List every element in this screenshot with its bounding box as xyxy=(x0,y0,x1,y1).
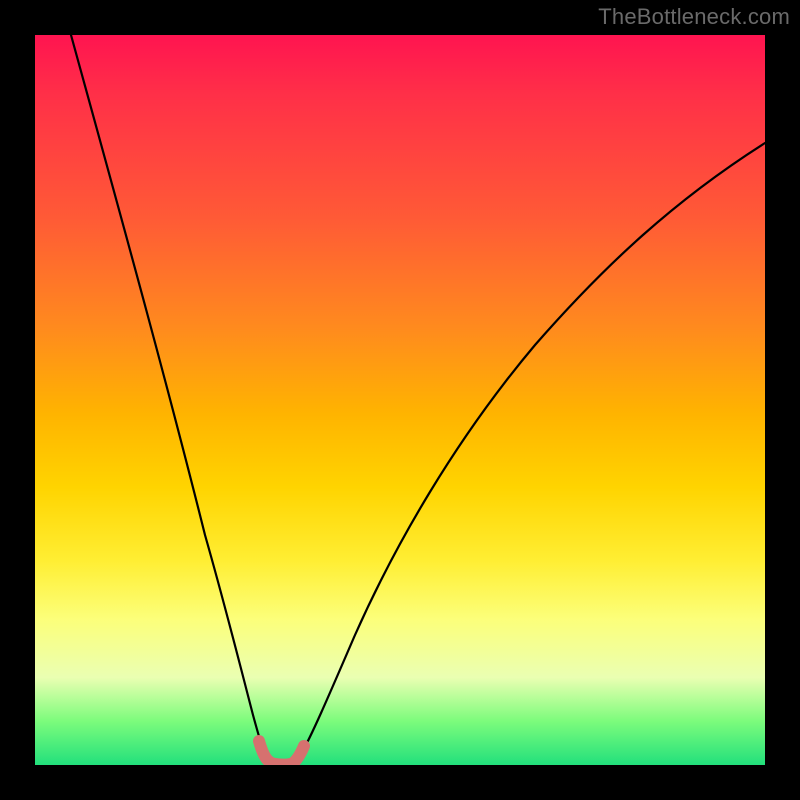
bottleneck-chart-svg xyxy=(35,35,765,765)
optimal-region-marker xyxy=(259,741,304,765)
bottleneck-curve xyxy=(71,35,765,764)
chart-frame: TheBottleneck.com xyxy=(0,0,800,800)
plot-area xyxy=(35,35,765,765)
watermark-text: TheBottleneck.com xyxy=(598,4,790,30)
